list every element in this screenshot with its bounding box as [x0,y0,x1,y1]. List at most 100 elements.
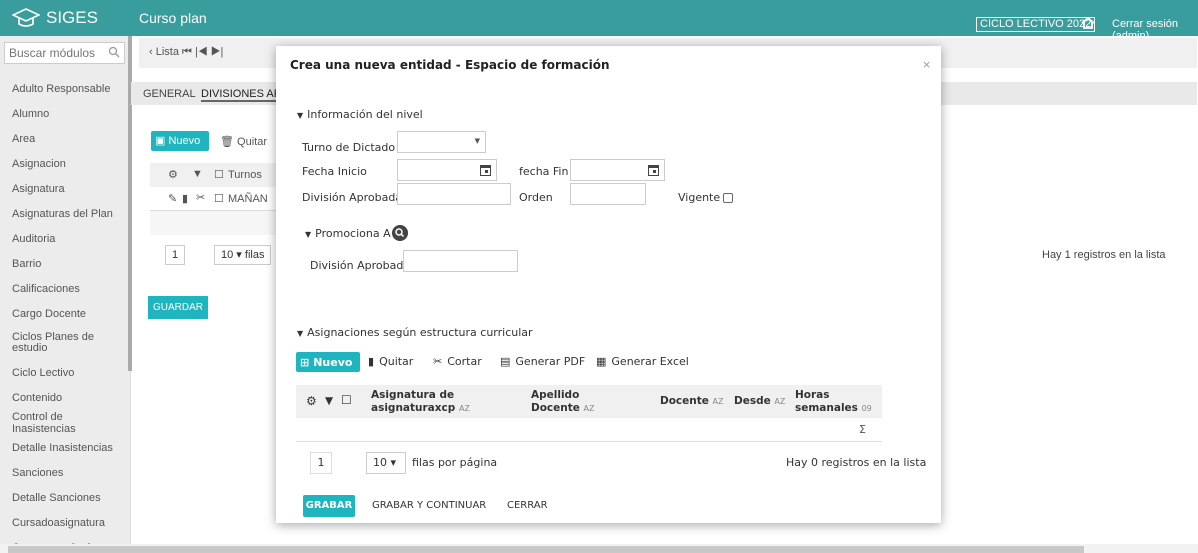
column-horas[interactable]: Horas semanales 09 [795,389,872,415]
section-asignaciones[interactable]: ▼ Asignaciones según estructura curricula… [297,326,533,339]
guardar-button[interactable]: GUARDAR [148,296,208,319]
turno-select[interactable]: ▼ [397,131,486,153]
section-nivel[interactable]: ▼ Información del nivel [297,108,423,121]
pdf-icon: ▤ [500,355,511,368]
grid-footer: Σ [296,418,882,442]
delete-icon[interactable]: ▮ [182,192,188,205]
tab-general[interactable]: GENERAL [143,88,196,100]
sidebar-item[interactable]: Control de Inasistencias [0,410,128,435]
cut-button[interactable]: ✂ Cortar [433,355,482,368]
sidebar-item[interactable]: Sanciones [0,460,128,485]
search-icon[interactable] [392,225,408,241]
scissors-icon[interactable]: ✂ [196,191,205,204]
sort-icon: AZ [712,397,724,406]
bg-remove-button[interactable]: 🗑 Quitar [220,135,267,148]
tab-divisiones[interactable]: DIVISIONES AP [201,88,282,102]
sidebar-item[interactable]: Detalle Sanciones [0,485,128,510]
bg-page-number[interactable]: 1 [165,245,185,265]
promo-division-input[interactable] [403,250,518,272]
vigente-checkbox[interactable] [723,193,733,203]
column-desde[interactable]: Desde AZ [734,395,785,408]
column-turnos[interactable]: Turnos [228,169,262,181]
excel-button[interactable]: ▦ Generar Excel [596,355,689,368]
bg-record-count: Hay 1 registros en la lista [1042,249,1166,261]
calendar-icon[interactable] [648,164,659,176]
gear-icon[interactable]: ⚙ [306,395,317,408]
filter-icon[interactable]: ▼ [192,168,203,180]
select-all-checkbox[interactable]: ☐ [214,168,224,181]
vigente-label: Vigente [678,191,721,204]
section-promociona[interactable]: ▼ Promociona A [305,227,391,240]
sidebar-item[interactable]: Adulto Responsable [0,76,128,101]
page-size-select[interactable]: 10 ▾ [366,452,406,474]
sidebar-item[interactable]: Area [0,126,128,151]
sidebar-item[interactable]: Calificaciones [0,276,128,301]
add-icon: ⊞ [300,355,310,369]
horizontal-scrollbar-thumb[interactable] [8,546,1084,553]
close-button[interactable]: CERRAR [507,500,548,511]
dialog-title: Crea una nueva entidad - Espacio de form… [290,58,610,72]
sidebar-item[interactable]: Asignatura [0,176,128,201]
bg-new-button[interactable]: ▣ Nuevo [151,131,209,151]
new-button[interactable]: ⊞ Nuevo [296,352,360,372]
trash-icon: ▮ [368,355,375,368]
sidebar-item[interactable]: Contenido [0,385,128,410]
sidebar-item[interactable]: Cursadoasignatura [0,510,128,535]
calendar-icon[interactable] [480,164,491,176]
column-asignatura[interactable]: Asignatura de asignaturaxcp AZ [371,389,470,415]
pdf-button[interactable]: ▤ Generar PDF [500,355,585,368]
bg-page-size[interactable]: 10 ▾ filas [214,245,272,265]
close-icon[interactable]: × [922,58,931,71]
chevron-down-icon: ▾ [390,456,397,469]
sum-icon: Σ [859,423,866,436]
save-button[interactable]: GRABAR [303,495,355,517]
search-icon [108,46,120,58]
sidebar-item[interactable]: Barrio [0,251,128,276]
scissors-icon: ✂ [433,355,443,368]
sidebar-item[interactable]: Auditoria [0,226,128,251]
chevron-down-icon: ▼ [474,137,480,145]
module-search-input[interactable] [5,43,103,63]
record-count: Hay 0 registros en la lista [786,456,927,469]
sidebar-item[interactable]: Detalle Inasistencias [0,435,128,460]
sidebar-item[interactable]: Ciclos Planes de estudio [0,326,128,360]
column-apellido-docente[interactable]: Apellido Docente AZ [531,389,595,415]
fecha-inicio-field[interactable] [397,159,497,181]
module-search[interactable] [4,42,125,64]
excel-icon: ▦ [596,355,607,368]
page-number[interactable]: 1 [310,452,332,474]
remove-button[interactable]: ▮ Quitar [368,355,413,368]
division-input[interactable] [397,183,511,205]
save-continue-button[interactable]: GRABAR Y CONTINUAR [372,500,486,511]
sidebar-item[interactable]: Ciclo Lectivo [0,360,128,385]
table-row[interactable]: ✎ ▮ ✂ ☐ MAÑAN [150,187,276,211]
sort-icon: AZ [583,404,595,413]
turno-label: Turno de Dictado [302,141,396,154]
sort-icon: AZ [774,397,786,406]
fecha-fin-field[interactable] [570,159,665,181]
row-value: MAÑAN [228,193,268,205]
edit-icon[interactable]: ✎ [168,192,177,205]
column-docente[interactable]: Docente AZ [660,395,724,408]
app-name: SIGES [46,8,98,27]
sidebar-item[interactable]: Asignacion [0,151,128,176]
ciclo-lectivo-badge[interactable]: CICLO LECTIVO 2022 [976,17,1096,32]
gear-icon[interactable]: ⚙ [168,168,178,181]
new-entity-dialog: Crea una nueva entidad - Espacio de form… [276,46,941,523]
filter-icon[interactable]: ▼ [325,395,333,408]
lista-nav[interactable]: ‹ Lista ⏮ |◀ ▶| [149,46,223,59]
sidebar-item[interactable]: Asignaturas del Plan [0,201,128,226]
row-checkbox[interactable]: ☐ [214,192,224,205]
sidebar-item[interactable]: Cargo Docente [0,301,128,326]
division-label: División Aprobada [302,191,403,204]
sidebar-item[interactable]: Crusos aprobados [0,535,128,545]
home-icon[interactable] [1080,15,1096,31]
page-title: Curso plan [139,10,207,26]
orden-input[interactable] [570,183,646,205]
select-all-checkbox[interactable]: ☐ [341,394,352,407]
fecha-fin-label: fecha Fin [519,165,569,178]
promo-division-label: División Aprobada [310,259,411,272]
app-logo[interactable]: SIGES [12,5,122,31]
page-size-label: filas por página [412,456,498,469]
sidebar-item[interactable]: Alumno [0,101,128,126]
